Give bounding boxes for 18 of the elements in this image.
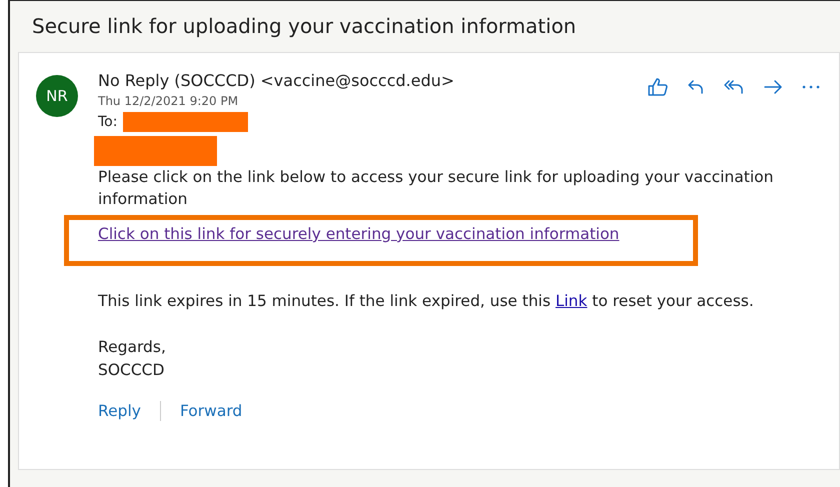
reply-icon[interactable] <box>687 78 705 96</box>
sender-name: No Reply (SOCCCD) <vaccine@socccd.edu> <box>98 71 454 90</box>
forward-button[interactable]: Forward <box>180 402 242 420</box>
more-icon[interactable] <box>801 84 821 90</box>
to-label: To: <box>98 114 118 130</box>
avatar: NR <box>36 75 78 117</box>
message-date: Thu 12/2/2021 9:20 PM <box>98 94 240 108</box>
reply-all-icon[interactable] <box>723 78 745 96</box>
reset-link[interactable]: Link <box>555 292 588 310</box>
body-text: Please click on the link below to access your secure link for uploading your vaccination information <box>98 167 774 210</box>
signature-text: SOCCCD <box>98 360 166 381</box>
forward-icon[interactable] <box>763 78 783 96</box>
expiry-text: This link expires in 15 minutes. If the link expired, use this Link to reset your access. <box>98 290 755 312</box>
email-subject: Secure link for uploading your vaccination information <box>31 13 578 40</box>
thumbs-up-icon[interactable] <box>647 77 669 97</box>
closing-text: Regards, <box>98 337 167 358</box>
secure-link[interactable]: Click on this link for securely entering your vaccination information <box>98 224 620 243</box>
reply-button[interactable]: Reply <box>98 402 141 420</box>
